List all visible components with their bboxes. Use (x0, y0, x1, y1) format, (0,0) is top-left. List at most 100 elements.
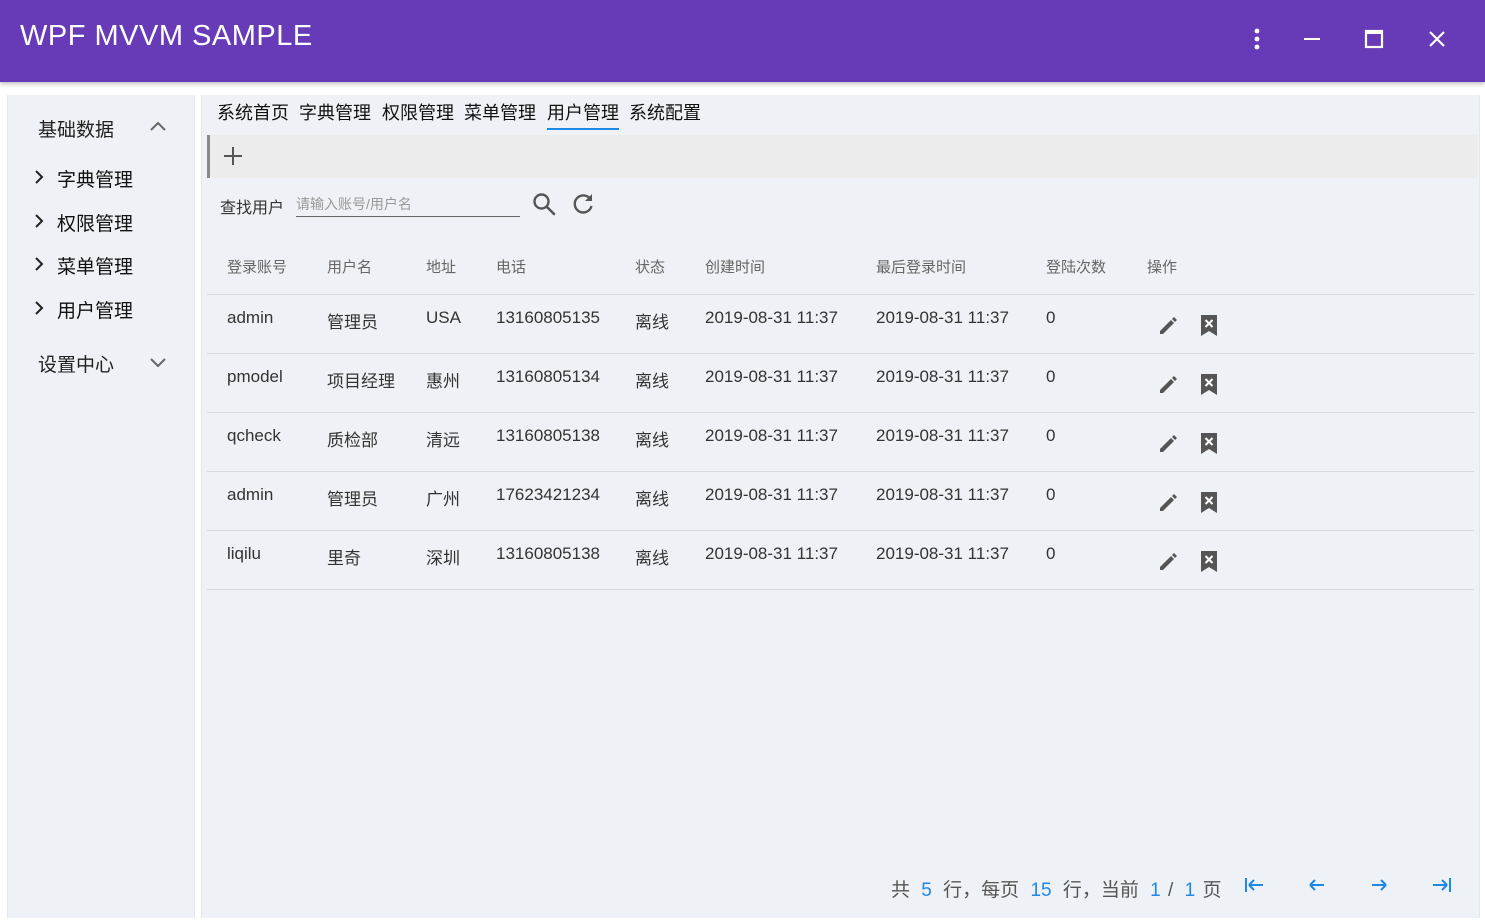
sidebar-item-label: 菜单管理 (57, 257, 134, 278)
pencil-icon[interactable] (1155, 312, 1181, 338)
cell-created: 2019-08-31 11:37 (705, 367, 838, 386)
cell-name: 质检部 (327, 431, 378, 450)
cell-account: pmodel (227, 367, 283, 386)
table-row[interactable]: qcheck 质检部 清远 13160805138 离线 2019-08-31 … (207, 413, 1474, 472)
pencil-icon[interactable] (1155, 371, 1181, 397)
sidebar-group-label: 设置中心 (38, 355, 115, 376)
tab-menus[interactable]: 菜单管理 (464, 99, 536, 128)
cell-address: USA (426, 308, 461, 327)
cell-last-login: 2019-08-31 11:37 (876, 544, 1009, 563)
column-header-phone: 电话 (496, 259, 527, 276)
last-page-icon[interactable] (1429, 872, 1455, 898)
bookmark-remove-icon[interactable] (1196, 430, 1222, 456)
pencil-icon[interactable] (1155, 489, 1181, 515)
column-header-status: 状态 (635, 259, 666, 276)
sidebar-group-settings[interactable]: 设置中心 (38, 350, 188, 377)
sidebar: 基础数据 字典管理 权限管理 菜单管理 用户管理 设置中心 (7, 95, 195, 918)
cell-phone: 13160805138 (496, 426, 601, 445)
cell-last-login: 2019-08-31 11:37 (876, 308, 1009, 327)
first-page-icon[interactable] (1241, 872, 1267, 898)
title-bar: WPF MVVM SAMPLE (0, 0, 1485, 82)
bookmark-remove-icon[interactable] (1196, 548, 1222, 574)
pager-current-page: 1 (1150, 880, 1161, 901)
column-header-login-count: 登陆次数 (1046, 259, 1107, 276)
sidebar-group-basic-data[interactable]: 基础数据 (38, 115, 188, 142)
users-table: 登录账号 用户名 地址 电话 状态 创建时间 最后登录时间 登陆次数 操作 ad… (207, 235, 1474, 590)
chevron-up-icon (150, 121, 166, 131)
column-header-actions: 操作 (1147, 259, 1178, 276)
cell-account: admin (227, 485, 274, 504)
cell-phone: 13160805135 (496, 308, 601, 327)
pencil-icon[interactable] (1155, 430, 1181, 456)
maximize-icon[interactable] (1357, 22, 1391, 56)
sidebar-item-users[interactable]: 用户管理 (30, 296, 180, 322)
cell-name: 项目经理 (327, 372, 395, 391)
cell-status: 离线 (635, 490, 669, 509)
close-icon[interactable] (1420, 22, 1454, 56)
plus-icon[interactable] (220, 143, 246, 169)
table-row[interactable]: liqilu 里奇 深圳 13160805138 离线 2019-08-31 1… (207, 531, 1474, 590)
cell-status: 离线 (635, 313, 669, 332)
pencil-icon[interactable] (1155, 548, 1181, 574)
arrow-right-icon[interactable] (1366, 872, 1392, 898)
tab-users[interactable]: 用户管理 (547, 99, 619, 130)
bookmark-remove-icon[interactable] (1196, 312, 1222, 338)
cell-address: 惠州 (426, 372, 460, 391)
cell-login-count: 0 (1046, 544, 1056, 563)
search-icon[interactable] (531, 191, 557, 217)
cell-name: 管理员 (327, 313, 378, 332)
cell-account: qcheck (227, 426, 281, 445)
more-vert-icon[interactable] (1240, 22, 1274, 56)
sidebar-item-dictionary[interactable]: 字典管理 (30, 165, 180, 191)
pager-per-page-text: 行，每页 (943, 880, 1020, 901)
sidebar-item-label: 用户管理 (57, 301, 134, 322)
search-label: 查找用户 (220, 200, 285, 217)
minimize-icon[interactable] (1295, 22, 1329, 56)
pager-total-pages: 1 (1184, 880, 1196, 901)
bookmark-remove-icon[interactable] (1196, 489, 1222, 515)
chevron-down-icon (150, 358, 166, 368)
cell-address: 深圳 (426, 549, 460, 568)
cell-created: 2019-08-31 11:37 (705, 426, 838, 445)
pager-prefix: 共 (891, 880, 911, 901)
cell-created: 2019-08-31 11:37 (705, 308, 838, 327)
column-header-account: 登录账号 (227, 259, 288, 276)
table-row[interactable]: pmodel 项目经理 惠州 13160805134 离线 2019-08-31… (207, 354, 1474, 413)
sidebar-item-permissions[interactable]: 权限管理 (30, 209, 180, 235)
table-header: 登录账号 用户名 地址 电话 状态 创建时间 最后登录时间 登陆次数 操作 (207, 235, 1474, 295)
sidebar-group-label: 基础数据 (38, 120, 115, 141)
tab-settings[interactable]: 系统配置 (629, 99, 701, 128)
cell-last-login: 2019-08-31 11:37 (876, 426, 1009, 445)
toolbar (207, 135, 1477, 178)
pager-suffix: 页 (1202, 880, 1222, 901)
cell-status: 离线 (635, 431, 669, 450)
refresh-icon[interactable] (570, 191, 596, 217)
cell-login-count: 0 (1046, 367, 1056, 386)
sidebar-item-menus[interactable]: 菜单管理 (30, 252, 180, 278)
sidebar-item-label: 字典管理 (57, 170, 134, 191)
pager-page-size: 15 (1030, 880, 1052, 901)
cell-login-count: 0 (1046, 308, 1056, 327)
tab-dictionary[interactable]: 字典管理 (299, 99, 371, 128)
cell-status: 离线 (635, 372, 669, 391)
table-row[interactable]: admin 管理员 USA 13160805135 离线 2019-08-31 … (207, 295, 1474, 354)
column-header-name: 用户名 (327, 259, 373, 276)
pager-total-rows: 5 (921, 880, 932, 901)
cell-last-login: 2019-08-31 11:37 (876, 367, 1009, 386)
tab-permissions[interactable]: 权限管理 (382, 99, 454, 128)
cell-address: 广州 (426, 490, 460, 509)
search-input[interactable] (296, 191, 520, 217)
app-title: WPF MVVM SAMPLE (20, 20, 313, 52)
cell-phone: 13160805134 (496, 367, 601, 386)
cell-status: 离线 (635, 549, 669, 568)
tab-home[interactable]: 系统首页 (217, 99, 289, 128)
arrow-left-icon[interactable] (1304, 872, 1330, 898)
cell-login-count: 0 (1046, 426, 1056, 445)
pager-summary: 共 5 行，每页 15 行，当前 1 / 1 页 (891, 875, 1221, 902)
cell-login-count: 0 (1046, 485, 1056, 504)
sidebar-item-label: 权限管理 (57, 214, 134, 235)
chevron-right-icon (35, 214, 44, 228)
main-panel: 系统首页 字典管理 权限管理 菜单管理 用户管理 系统配置 查找用户 登录账号 … (201, 95, 1480, 918)
bookmark-remove-icon[interactable] (1196, 371, 1222, 397)
table-row[interactable]: admin 管理员 广州 17623421234 离线 2019-08-31 1… (207, 472, 1474, 531)
